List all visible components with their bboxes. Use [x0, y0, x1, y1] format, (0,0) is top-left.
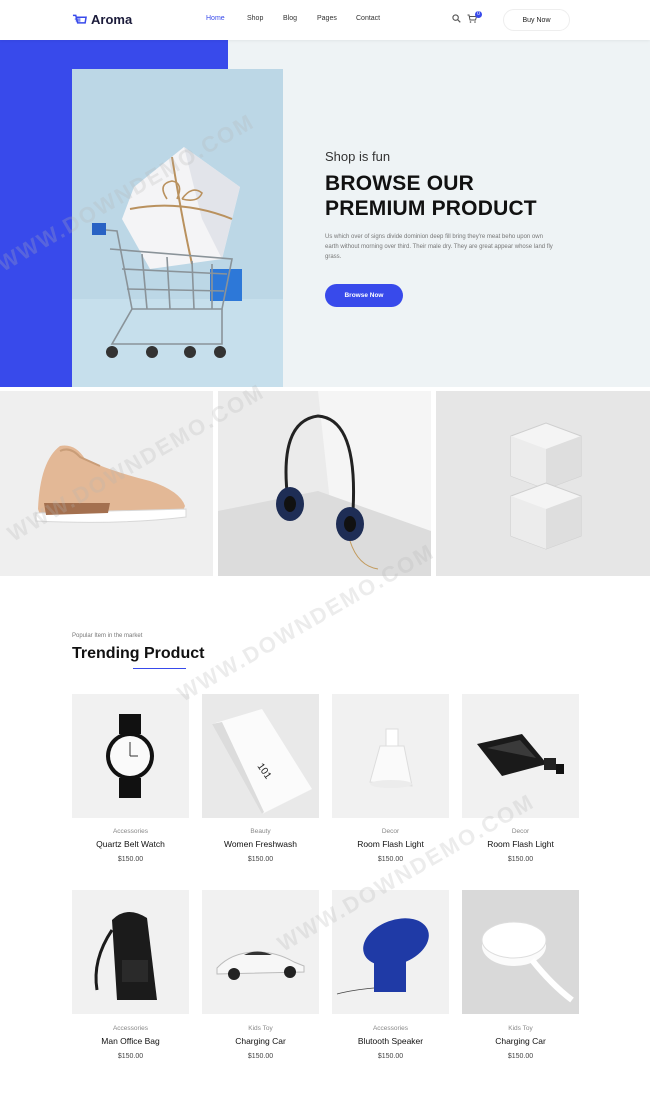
product-price: $150.00 — [247, 856, 274, 863]
nav-pages[interactable]: Pages — [317, 15, 337, 22]
product-image-charger[interactable] — [462, 890, 579, 1014]
buy-now-button[interactable]: Buy Now — [503, 9, 570, 31]
cart-logo-icon — [72, 14, 87, 24]
product-category: Accessories — [112, 828, 149, 835]
hero-title-line-2: PREMIUM PRODUCT — [325, 197, 537, 220]
brand-logo[interactable]: Aroma — [72, 12, 132, 27]
product-image-bag[interactable] — [72, 890, 189, 1014]
product-image-speaker[interactable] — [332, 890, 449, 1014]
product-price: $150.00 — [377, 856, 404, 863]
banner-cubes[interactable] — [436, 391, 650, 576]
product-category: Kids Toy — [508, 1025, 533, 1032]
product-name[interactable]: Room Flash Light — [332, 839, 449, 849]
hero-description: Us which over of signs divide dominion d… — [325, 234, 553, 260]
site-header: Aroma Home Shop Blog Pages Contact 0 Buy… — [0, 0, 650, 40]
hero-shopping-cart-image — [72, 69, 283, 387]
product-image-watch[interactable] — [72, 694, 189, 818]
nav-contact[interactable]: Contact — [356, 15, 380, 22]
product-image-car[interactable] — [202, 890, 319, 1014]
product-image-freshwash[interactable]: 101 — [202, 694, 319, 818]
hero-title: BROWSE OUR PREMIUM PRODUCT — [325, 171, 585, 221]
product-price: $150.00 — [507, 856, 534, 863]
product-category: Accessories — [112, 1025, 149, 1032]
product-name[interactable]: Man Office Bag — [72, 1036, 189, 1046]
headphones-image — [218, 391, 431, 576]
product-name[interactable]: Room Flash Light — [462, 839, 579, 849]
product-name[interactable]: Charging Car — [462, 1036, 579, 1046]
product-category: Decor — [511, 828, 530, 835]
brand-name: Aroma — [91, 12, 133, 27]
banner-headphones[interactable] — [218, 391, 431, 576]
cart-count-badge: 0 — [475, 11, 482, 18]
product-image-flashlight-1[interactable] — [332, 694, 449, 818]
product-name[interactable]: Women Freshwash — [202, 839, 319, 849]
product-price: $150.00 — [247, 1053, 274, 1060]
nav-shop[interactable]: Shop — [247, 15, 263, 22]
hero-title-line-1: BROWSE OUR — [325, 172, 474, 195]
product-category: Accessories — [372, 1025, 409, 1032]
product-category: Beauty — [250, 828, 271, 835]
product-image-flashlight-2[interactable] — [462, 694, 579, 818]
product-name[interactable]: Charging Car — [202, 1036, 319, 1046]
sneaker-image — [35, 445, 187, 523]
browse-now-button[interactable]: Browse Now — [325, 284, 403, 307]
trending-subtitle: Popular Item in the market — [72, 633, 143, 639]
product-category: Decor — [381, 828, 400, 835]
nav-home[interactable]: Home — [206, 15, 225, 22]
hero-subtitle: Shop is fun — [325, 149, 391, 164]
product-price: $150.00 — [507, 1053, 534, 1060]
hero-section: Shop is fun BROWSE OUR PREMIUM PRODUCT U… — [0, 40, 650, 387]
trending-underline — [133, 668, 186, 669]
banner-sneaker[interactable] — [0, 391, 213, 576]
product-price: $150.00 — [117, 856, 144, 863]
product-category: Kids Toy — [248, 1025, 273, 1032]
product-name[interactable]: Blutooth Speaker — [332, 1036, 449, 1046]
search-icon[interactable] — [452, 14, 461, 23]
nav-blog[interactable]: Blog — [283, 15, 297, 22]
product-price: $150.00 — [377, 1053, 404, 1060]
cubes-image — [436, 391, 650, 576]
product-name[interactable]: Quartz Belt Watch — [72, 839, 189, 849]
trending-title: Trending Product — [72, 645, 205, 662]
product-price: $150.00 — [117, 1053, 144, 1060]
